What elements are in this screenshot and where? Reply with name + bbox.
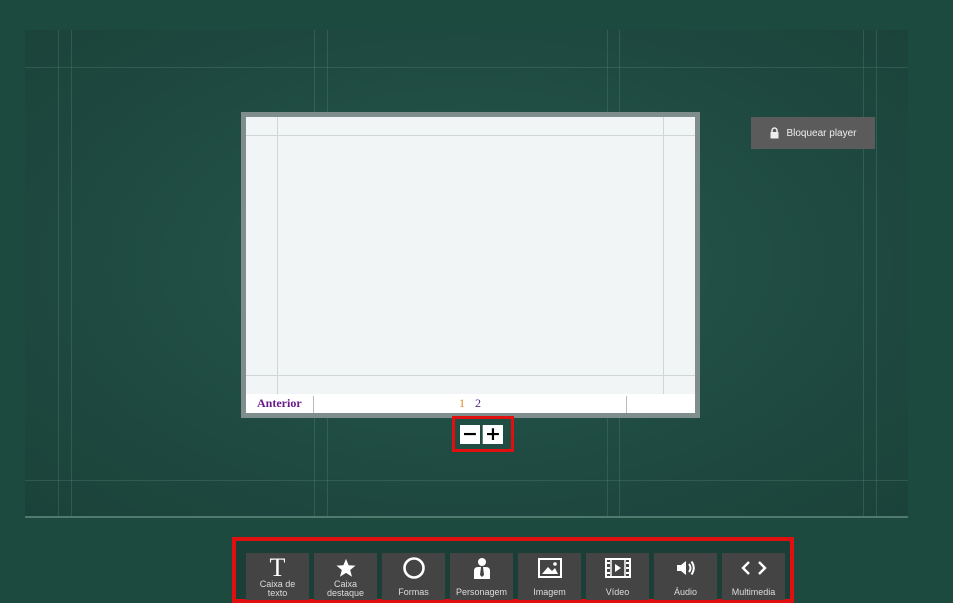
tool-label: Personagem [455,587,508,597]
footer-divider [626,396,627,413]
lock-player-label: Bloquear player [786,127,857,139]
zoom-controls: − + [452,416,514,452]
tool-highlight-box[interactable]: Caixa destaque [314,553,377,600]
page-number-2[interactable]: 2 [475,396,481,411]
tool-audio[interactable]: Áudio [654,553,717,600]
text-icon: T [269,553,286,582]
slide-preview: Anterior 1 2 [241,112,700,418]
lock-player-button[interactable]: Bloquear player [751,117,875,149]
previous-link[interactable]: Anterior [257,396,302,411]
film-icon [586,556,649,580]
slide-footer: Anterior 1 2 [246,394,695,413]
tool-character[interactable]: Personagem [450,553,513,600]
tool-label: Imagem [533,587,566,597]
zoom-out-button[interactable]: − [460,425,480,444]
tool-text-box[interactable]: T Caixa de texto [246,553,309,600]
tool-label: Caixa destaque [326,579,365,598]
tool-shapes[interactable]: Formas [382,553,445,600]
speaker-icon [654,556,717,580]
person-icon [450,556,513,580]
zoom-in-button[interactable]: + [482,425,503,444]
page-number-1[interactable]: 1 [459,396,465,411]
tool-label: Áudio [673,587,698,597]
tool-multimedia[interactable]: Multimedia [722,553,785,600]
circle-icon [382,556,445,580]
tool-video[interactable]: Vídeo [586,553,649,600]
tool-image[interactable]: Imagem [518,553,581,600]
tool-label: Multimedia [731,587,776,597]
tool-label: Vídeo [605,587,630,597]
footer-divider [313,396,314,413]
star-icon [314,556,377,580]
lock-icon [770,127,779,139]
code-icon [722,556,785,580]
insert-toolbar: T Caixa de texto Caixa destaque Formas P… [232,537,794,603]
slide-canvas[interactable] [246,117,695,394]
tool-label: Formas [398,587,429,597]
image-icon [518,556,581,580]
tool-label: Caixa de texto [259,579,296,598]
